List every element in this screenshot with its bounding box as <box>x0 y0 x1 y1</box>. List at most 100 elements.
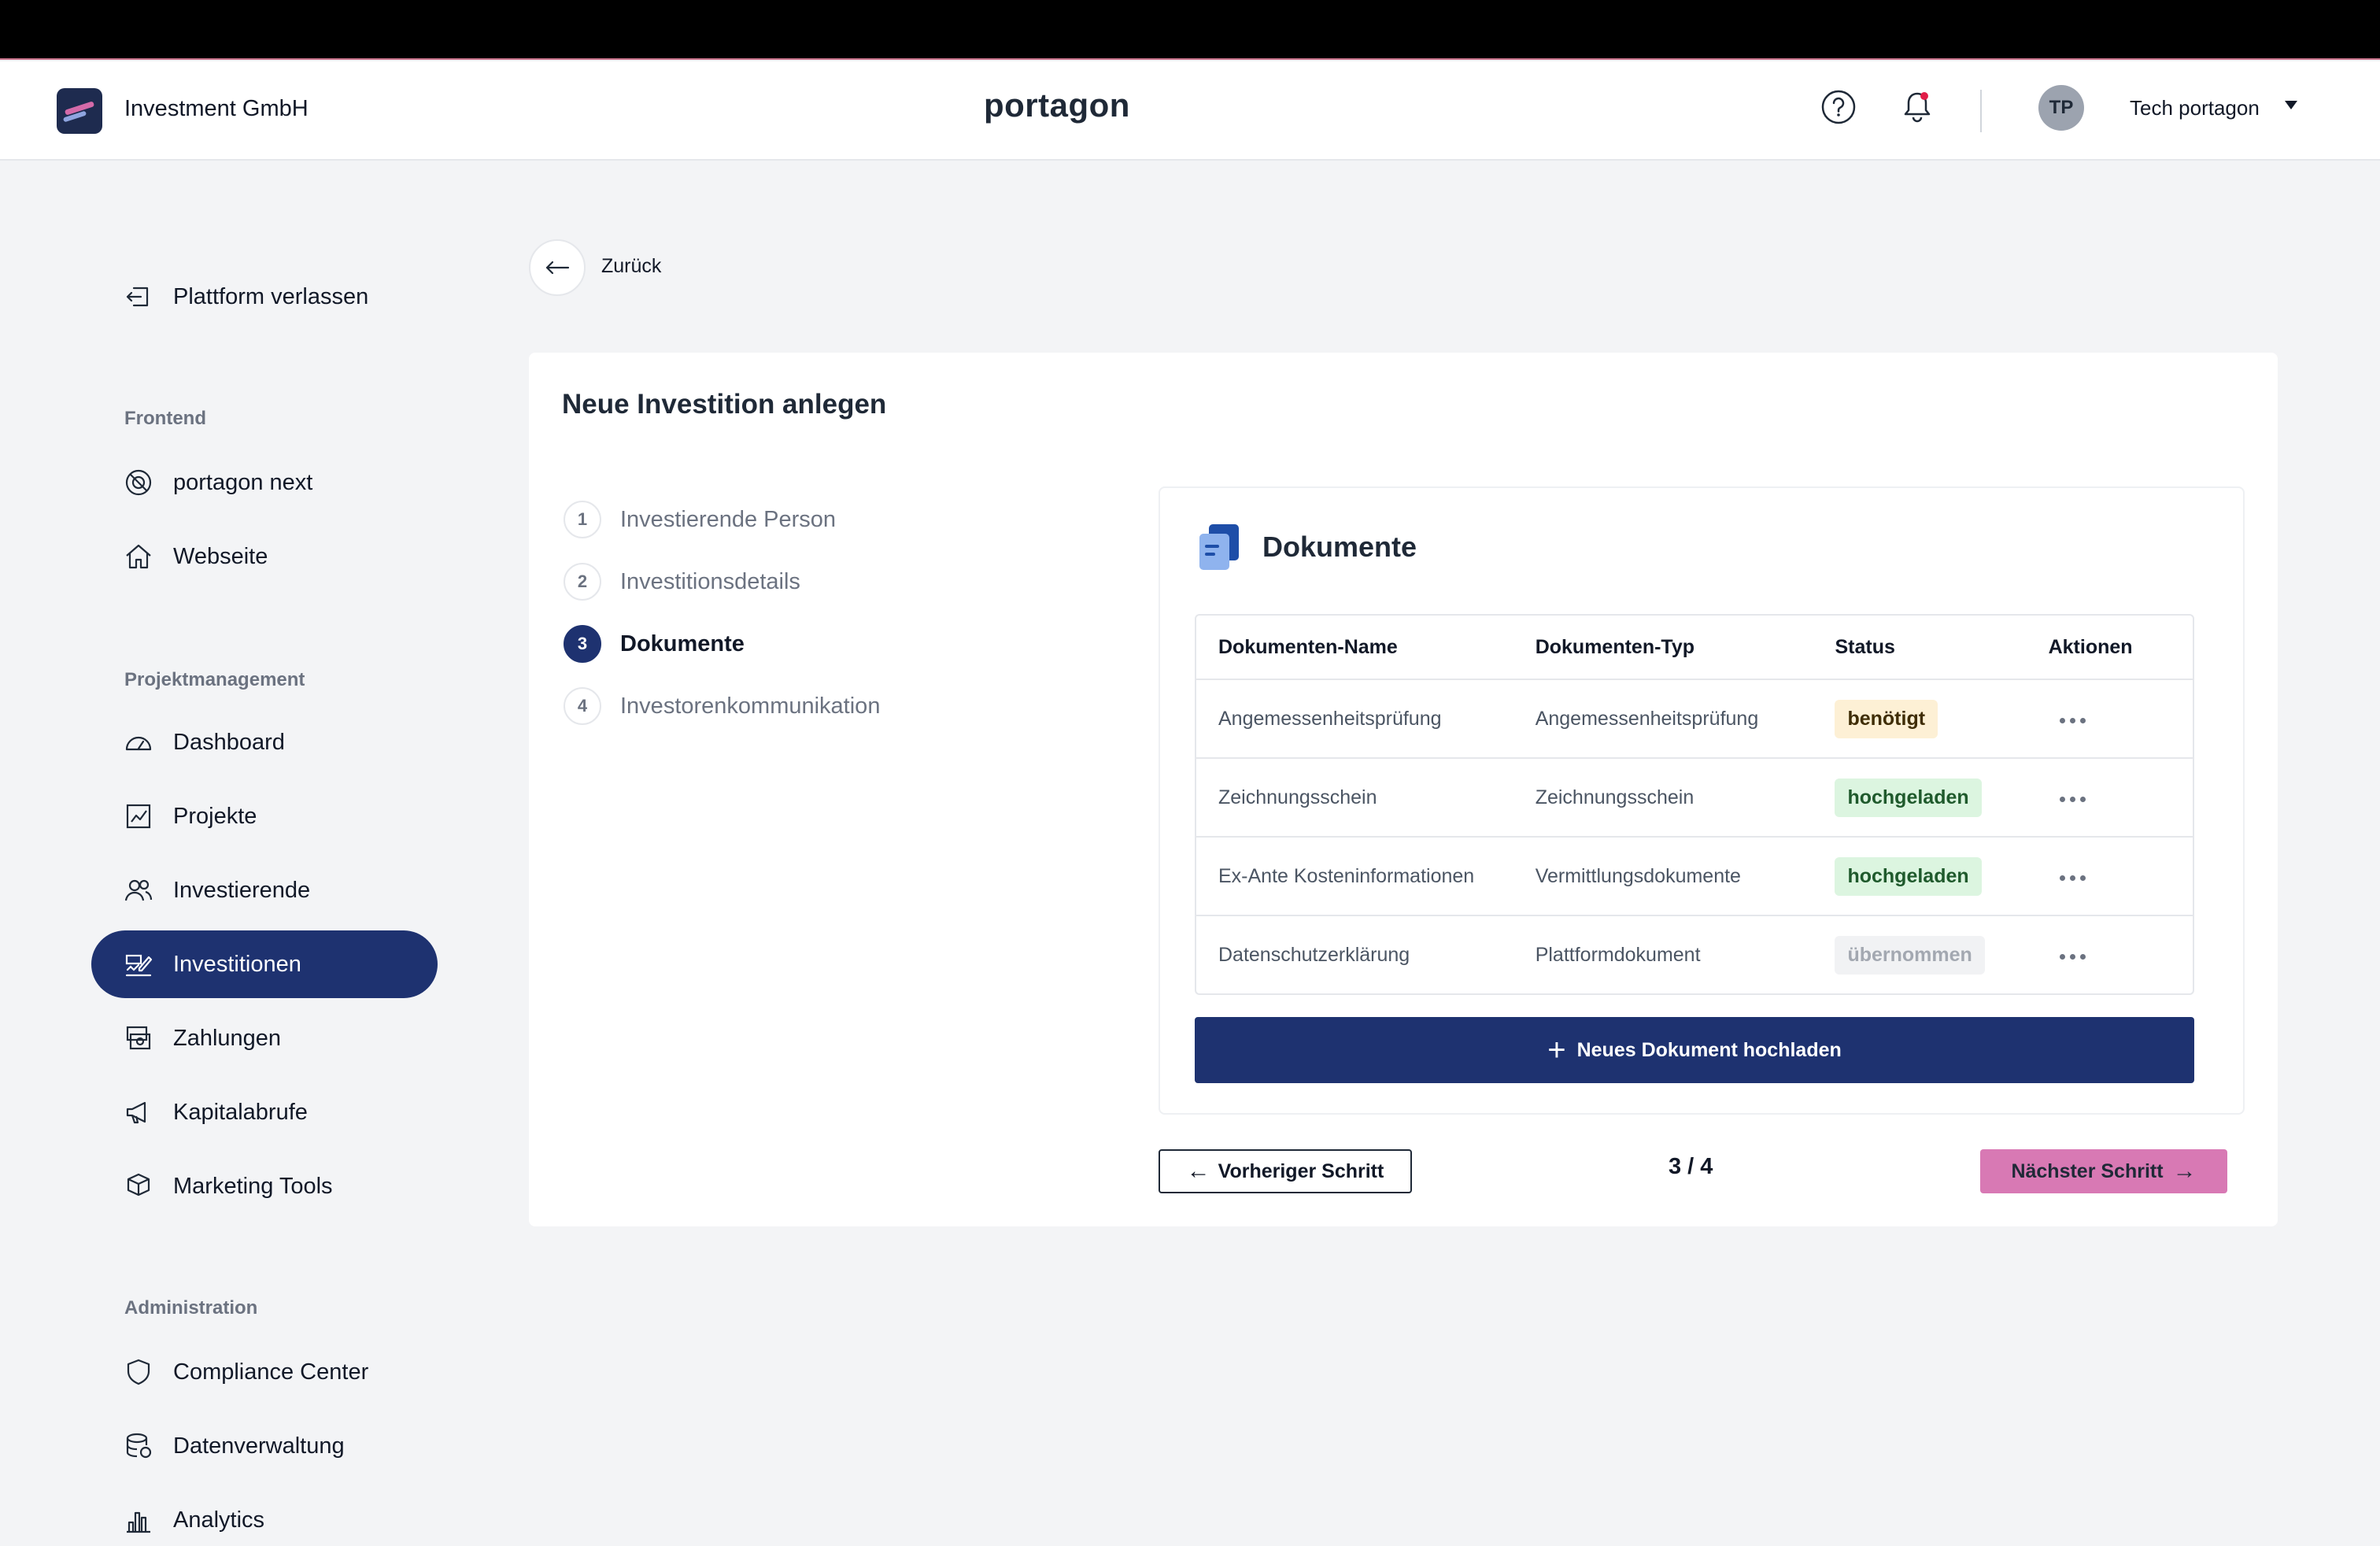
step-number: 2 <box>564 563 601 601</box>
page-title: Neue Investition anlegen <box>562 389 887 420</box>
status-badge: übernommen <box>1835 935 1985 975</box>
user-avatar[interactable]: TP <box>2038 85 2084 131</box>
sidebar-item-label: Zahlungen <box>173 1025 282 1051</box>
home-icon <box>123 541 154 572</box>
step-number: 4 <box>564 687 601 725</box>
status-badge: benötigt <box>1835 699 1938 738</box>
step-label: Investitionsdetails <box>620 568 800 594</box>
globe-icon <box>123 467 154 498</box>
shield-icon <box>123 1356 154 1388</box>
row-actions-button[interactable] <box>2049 710 2097 731</box>
document-name: Zeichnungsschein <box>1218 786 1377 808</box>
table-header: Dokumenten-Name Dokumenten-Typ Status Ak… <box>1196 616 2193 679</box>
sidebar-item-label: Webseite <box>173 543 268 569</box>
step-label: Investorenkommunikation <box>620 693 881 719</box>
previous-step-label: Vorheriger Schritt <box>1218 1160 1384 1182</box>
sidebar-item-zahlungen[interactable]: Zahlungen <box>91 1004 438 1072</box>
sidebar-item-webseite[interactable]: Webseite <box>91 523 438 590</box>
row-actions-button[interactable] <box>2049 867 2097 889</box>
exit-icon <box>123 281 154 313</box>
section-title-projektmanagement: Projektmanagement <box>124 669 305 690</box>
gauge-icon <box>123 727 154 758</box>
plus-icon: + <box>1547 1033 1566 1067</box>
document-name: Datenschutzerklärung <box>1218 943 1410 966</box>
column-header: Dokumenten-Typ <box>1535 635 1695 658</box>
bell-icon <box>1904 92 1931 123</box>
signature-icon <box>123 949 154 980</box>
sidebar-item-portagon-next[interactable]: portagon next <box>91 449 438 516</box>
sidebar-item-label: Investitionen <box>173 951 301 977</box>
sidebar-item-label: Analytics <box>173 1507 265 1533</box>
chevron-down-icon[interactable] <box>2285 101 2297 109</box>
chart-icon <box>123 801 154 832</box>
step-item-1[interactable]: 1 Investierende Person <box>564 499 836 540</box>
payments-icon <box>123 1023 154 1054</box>
sidebar-item-label: Datenverwaltung <box>173 1433 345 1459</box>
upload-document-button[interactable]: + Neues Dokument hochladen <box>1195 1017 2194 1083</box>
sidebar-item-marketing-tools[interactable]: Marketing Tools <box>91 1152 438 1220</box>
sidebar-item-kapitalabrufe[interactable]: Kapitalabrufe <box>91 1078 438 1146</box>
documents-title: Dokumente <box>1262 531 1417 563</box>
upload-document-label: Neues Dokument hochladen <box>1576 1038 1842 1061</box>
next-step-label: Nächster Schritt <box>2011 1160 2164 1182</box>
sidebar-item-label: Projekte <box>173 803 257 829</box>
arrow-left-icon <box>545 261 570 275</box>
user-menu-name[interactable]: Tech portagon <box>2130 96 2260 120</box>
app-header: Investment GmbH portagon TP Tech portago… <box>0 61 2380 161</box>
status-badge: hochgeladen <box>1835 856 1982 896</box>
header-divider <box>1980 90 1982 132</box>
step-item-3[interactable]: 3 Dokumente <box>564 623 745 664</box>
company-logo[interactable] <box>57 88 102 134</box>
sidebar-item-dashboard[interactable]: Dashboard <box>91 708 438 776</box>
row-actions-button[interactable] <box>2049 946 2097 967</box>
table-row: Angemessenheitsprüfung Angemessenheitspr… <box>1196 679 2193 757</box>
table-row: Zeichnungsschein Zeichnungsschein hochge… <box>1196 757 2193 836</box>
column-header: Aktionen <box>2048 635 2133 658</box>
document-type: Plattformdokument <box>1535 943 1701 966</box>
row-actions-button[interactable] <box>2049 789 2097 810</box>
status-badge: hochgeladen <box>1835 778 1982 817</box>
sidebar-item-investitionen[interactable]: Investitionen <box>91 930 438 998</box>
document-stack-icon <box>1199 524 1239 570</box>
documents-panel: Dokumente Dokumenten-Name Dokumenten-Typ… <box>1159 486 2245 1115</box>
company-name[interactable]: Investment GmbH <box>124 96 309 122</box>
megaphone-icon <box>123 1097 154 1128</box>
sidebar-item-compliance-center[interactable]: Compliance Center <box>91 1338 438 1406</box>
column-header: Status <box>1835 635 1895 658</box>
sidebar-item-label: Kapitalabrufe <box>173 1099 308 1125</box>
step-item-4[interactable]: 4 Investorenkommunikation <box>564 686 880 727</box>
sidebar-item-label: Compliance Center <box>173 1359 369 1385</box>
document-name: Angemessenheitsprüfung <box>1218 707 1442 730</box>
brand-logo[interactable]: portagon <box>984 87 1130 124</box>
help-icon <box>1821 90 1856 124</box>
sidebar-item-leave-platform[interactable]: Plattform verlassen <box>91 263 438 331</box>
back-label[interactable]: Zurück <box>601 255 661 278</box>
create-investment-card: Neue Investition anlegen 1 Investierende… <box>529 353 2278 1226</box>
document-type: Vermittlungsdokumente <box>1535 864 1741 887</box>
bar-chart-icon <box>123 1504 154 1536</box>
back-button[interactable] <box>529 239 586 296</box>
document-name: Ex-Ante Kosteninformationen <box>1218 864 1475 887</box>
section-title-administration: Administration <box>124 1297 258 1319</box>
sidebar-item-datenverwaltung[interactable]: Datenverwaltung <box>91 1412 438 1480</box>
sidebar-item-analytics[interactable]: Analytics <box>91 1486 438 1546</box>
previous-step-button[interactable]: ← Vorheriger Schritt <box>1159 1149 1412 1193</box>
sidebar-item-projekte[interactable]: Projekte <box>91 782 438 850</box>
step-number: 3 <box>564 625 601 663</box>
step-label: Dokumente <box>620 631 745 656</box>
next-step-button[interactable]: Nächster Schritt → <box>1980 1149 2227 1193</box>
step-item-2[interactable]: 2 Investitionsdetails <box>564 561 800 602</box>
arrow-right-icon: → <box>2172 1158 2197 1184</box>
sidebar-item-label: portagon next <box>173 469 313 495</box>
document-type: Angemessenheitsprüfung <box>1535 707 1759 730</box>
document-type: Zeichnungsschein <box>1535 786 1694 808</box>
top-black-bar <box>0 0 2380 60</box>
step-label: Investierende Person <box>620 506 837 532</box>
help-button[interactable] <box>1820 88 1857 126</box>
arrow-left-icon: ← <box>1186 1158 1210 1184</box>
sidebar-item-investierende[interactable]: Investierende <box>91 856 438 924</box>
notifications-button[interactable] <box>1898 88 1936 126</box>
section-title-frontend: Frontend <box>124 408 206 429</box>
sidebar-item-label: Plattform verlassen <box>173 283 369 309</box>
sidebar-item-label: Investierende <box>173 877 311 903</box>
